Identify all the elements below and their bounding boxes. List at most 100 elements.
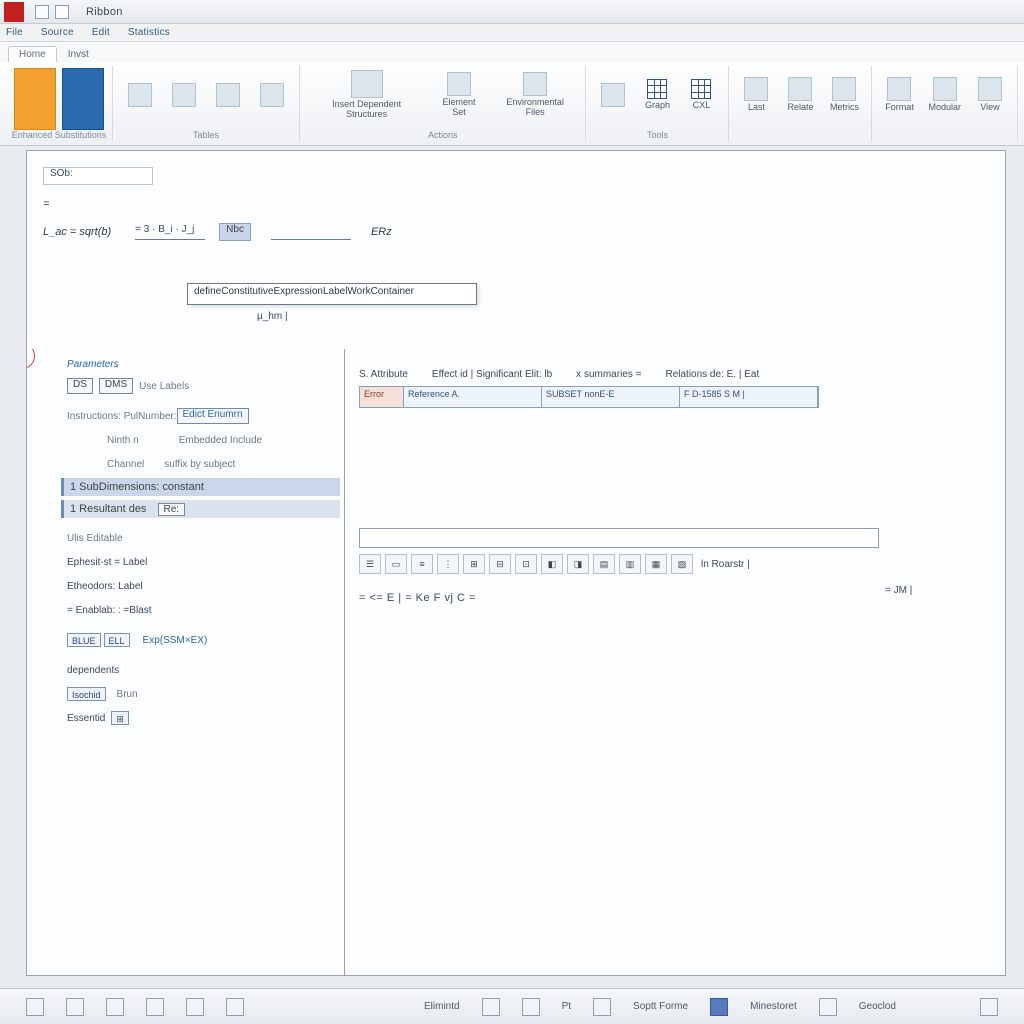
link-exp[interactable]: Exp(SSM×EX) [143, 635, 208, 646]
section-tabs[interactable]: Error Reference A. SUBSET nonE-E F D-158… [359, 386, 819, 408]
nav-selected-1[interactable]: 1 SubDimensions: constant [61, 478, 340, 496]
status-icon-b[interactable] [66, 998, 84, 1016]
sel2-val[interactable]: Re: [158, 503, 186, 516]
colhead-attr: S. Attribute [359, 369, 408, 380]
tab-invst[interactable]: Invst [57, 46, 100, 62]
edict-field[interactable]: Edict Enumrn [177, 408, 249, 424]
ribbon-tool-a[interactable] [594, 68, 632, 122]
ribbon-orange-button[interactable] [14, 68, 56, 130]
formatting-toolbar: ☰ ▭ ≡ ⋮ ⊞ ⊟ ⊡ ◧ ◨ ▤ ▥ ▦ ▧ ln Roarstr | [359, 554, 991, 574]
tbtn-6[interactable]: ⊟ [489, 554, 511, 574]
ribbon-btn-tbl4[interactable] [253, 68, 291, 122]
erz-label: ERz [371, 226, 392, 238]
menu-source[interactable]: Source [41, 27, 74, 38]
chip-dms[interactable]: DMS [99, 378, 133, 394]
sectab-ref[interactable]: Reference A. [404, 387, 542, 407]
ribbon-metrics[interactable]: Metrics [825, 68, 863, 122]
ribbon-elementset[interactable]: Element Set [431, 68, 487, 122]
menu-file[interactable]: File [6, 27, 23, 38]
status-icon-e[interactable] [186, 998, 204, 1016]
ribbon-view[interactable]: View [971, 68, 1009, 122]
status-icon-g[interactable] [482, 998, 500, 1016]
sectab-fd[interactable]: F D-1585 S M | [680, 387, 818, 407]
tbtn-12[interactable]: ▦ [645, 554, 667, 574]
ribbon-btn-tbl2[interactable] [165, 68, 203, 122]
suffix-label: suffix by subject [164, 459, 235, 470]
status-sopt: Soptt Forme [633, 1001, 688, 1012]
sectab-error[interactable]: Error [360, 387, 404, 407]
app-icon[interactable] [4, 2, 24, 22]
nav-selected-2[interactable]: 1 Resultant des Re: [61, 500, 340, 518]
nbc-selector[interactable]: Nbc [219, 223, 251, 241]
group-label-tables: Tables [113, 130, 299, 140]
tbtn-4[interactable]: ⋮ [437, 554, 459, 574]
tbtn-10[interactable]: ▤ [593, 554, 615, 574]
ribbon-environmental[interactable]: Environmental Files [493, 68, 578, 122]
brun-label: Brun [117, 689, 138, 700]
status-icon-c[interactable] [106, 998, 124, 1016]
tbtn-9[interactable]: ◨ [567, 554, 589, 574]
menu-statistics[interactable]: Statistics [128, 27, 170, 38]
tbtn-2[interactable]: ▭ [385, 554, 407, 574]
layout-icon[interactable] [55, 5, 69, 19]
ribbon-btn-tbl1[interactable] [121, 68, 159, 122]
long-input-field[interactable] [359, 528, 879, 548]
group-label-tools: Tools [586, 130, 728, 140]
tbtn-8[interactable]: ◧ [541, 554, 563, 574]
ln-roarstr: ln Roarstr | [701, 559, 750, 570]
eq-a: Ephesit-st = Label [67, 557, 147, 568]
chip-eq-icon[interactable]: ⊞ [111, 711, 129, 725]
status-bar: Elimintd Pt Soptt Forme Minestoret Geocl… [0, 988, 1024, 1024]
status-icon-table[interactable] [710, 998, 728, 1016]
chip-isochid[interactable]: Isochid [67, 687, 106, 701]
status-pt: Pt [562, 1001, 571, 1012]
ribbon-last[interactable]: Last [737, 68, 775, 122]
heading-field[interactable]: SOb: [43, 167, 153, 185]
status-icon-i[interactable] [593, 998, 611, 1016]
status-icon-end[interactable] [980, 998, 998, 1016]
status-icon-a[interactable] [26, 998, 44, 1016]
tab-home[interactable]: Home [8, 46, 57, 62]
group-label-actions: Actions [300, 130, 585, 140]
chip-ell[interactable]: ELL [104, 633, 130, 647]
expression-region: SOb: = L_ac = sqrt(b) = 3 · B_i · J_j Nb… [27, 151, 1005, 337]
jm-label: = JM | [885, 585, 912, 596]
ribbon-btn-tbl3[interactable] [209, 68, 247, 122]
tbtn-1[interactable]: ☰ [359, 554, 381, 574]
ribbon-relate[interactable]: Relate [781, 68, 819, 122]
channel-label: Channel [107, 459, 144, 470]
status-mine: Minestoret [750, 1001, 797, 1012]
lac-label: L_ac = sqrt(b) [43, 226, 111, 238]
ribbon-modular[interactable]: Modular [924, 68, 965, 122]
menubar: File Source Edit Statistics [0, 24, 1024, 42]
tbtn-13[interactable]: ▧ [671, 554, 693, 574]
tbtn-11[interactable]: ▥ [619, 554, 641, 574]
essentid-label: Essentid [67, 713, 105, 724]
chip-blue[interactable]: BLUE [67, 633, 101, 647]
colhead-summ: x summaries = [576, 369, 641, 380]
ribbon-graph[interactable]: Graph [638, 68, 676, 122]
tbtn-3[interactable]: ≡ [411, 554, 433, 574]
status-elim: Elimintd [424, 1001, 460, 1012]
annotation-circle [27, 349, 35, 369]
status-icon-h[interactable] [522, 998, 540, 1016]
ribbon-blue-button[interactable] [62, 68, 104, 130]
eq2-label: = 3 · B_i · J_j [135, 224, 205, 240]
quickaccess-icon[interactable] [35, 5, 49, 19]
ribbon-insert-structures[interactable]: Insert Dependent Structures [308, 68, 425, 122]
ribbon-format[interactable]: Format [880, 68, 918, 122]
uhm-label: µ_hm | [257, 311, 288, 322]
chip-ds[interactable]: DS [67, 378, 93, 394]
status-icon-d[interactable] [146, 998, 164, 1016]
status-icon-j[interactable] [819, 998, 837, 1016]
uselabels: Use Labels [139, 381, 189, 392]
sec-editable: Ulis Editable [67, 533, 123, 544]
nav-head-parameters: Parameters [67, 359, 334, 370]
eq-b: Etheodors: Label [67, 581, 143, 592]
tbtn-5[interactable]: ⊞ [463, 554, 485, 574]
sectab-subset[interactable]: SUBSET nonE-E [542, 387, 680, 407]
status-icon-f[interactable] [226, 998, 244, 1016]
menu-edit[interactable]: Edit [92, 27, 110, 38]
ribbon-cxl[interactable]: CXL [682, 68, 720, 122]
tbtn-7[interactable]: ⊡ [515, 554, 537, 574]
